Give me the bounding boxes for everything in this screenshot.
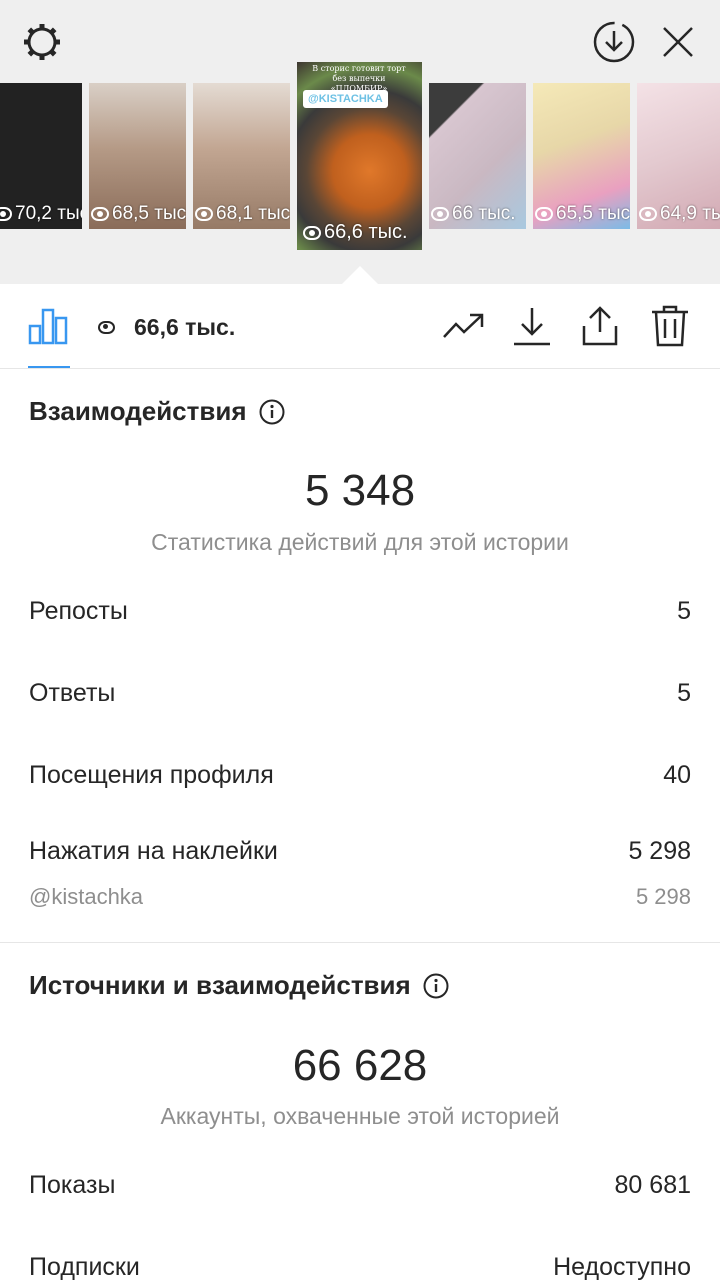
- metric-label: Подписки: [29, 1253, 140, 1281]
- metric-sub-row: @kistachka 5 298: [29, 884, 691, 910]
- share-icon[interactable]: [578, 304, 622, 348]
- story-thumbnail[interactable]: 66 тыс.: [429, 83, 526, 229]
- interactions-title: Взаимодействия: [29, 396, 285, 427]
- discovery-total: 66 628: [292, 1041, 428, 1090]
- toolbar-views: 66,6 тыс.: [98, 314, 235, 341]
- story-thumbnail[interactable]: 68,5 тыс.: [89, 83, 186, 229]
- thumbnail-views: 66 тыс.: [431, 203, 516, 225]
- metric-label: Посещения профиля: [29, 761, 274, 789]
- insights-toolbar: 66,6 тыс.: [0, 284, 720, 369]
- thumbnail-views: 65,5 тыс.: [535, 203, 630, 225]
- sticker-mention: @KISTACHKA: [303, 90, 388, 108]
- eye-icon: [431, 207, 449, 221]
- metric-label: Показы: [29, 1171, 116, 1199]
- eye-icon: [535, 207, 553, 221]
- download-icon[interactable]: [510, 304, 554, 348]
- trash-icon[interactable]: [648, 304, 692, 348]
- metric-row: Показы 80 681: [29, 1171, 691, 1200]
- discovery-caption: Аккаунты, охваченные этой историей: [160, 1103, 560, 1129]
- story-thumbnail[interactable]: 68,1 тыс.: [193, 83, 290, 229]
- thumbnail-views: 66,6 тыс.: [303, 221, 408, 244]
- story-thumbnail[interactable]: 70,2 тыс.: [0, 83, 82, 229]
- metric-row: Посещения профиля 40: [29, 761, 691, 790]
- bar-chart-icon[interactable]: [26, 304, 70, 348]
- eye-icon: [303, 225, 321, 240]
- story-thumbnail-selected[interactable]: В сторис готовит торт без выпечки «ПЛОМБ…: [297, 62, 422, 250]
- metric-label: Ответы: [29, 679, 116, 707]
- eye-icon: [195, 207, 213, 221]
- thumbnail-views: 68,5 тыс.: [91, 203, 186, 225]
- metric-row: Ответы 5: [29, 679, 691, 708]
- metric-row: Нажатия на наклейки 5 298: [29, 837, 691, 866]
- sticker-value: 5 298: [635, 884, 691, 909]
- info-icon[interactable]: [423, 973, 449, 999]
- eye-icon: [91, 207, 109, 221]
- gear-icon[interactable]: [20, 20, 64, 64]
- metric-value: 80 681: [614, 1171, 691, 1199]
- sticker-label: @kistachka: [29, 884, 144, 909]
- discovery-title: Источники и взаимодействия: [29, 970, 449, 1001]
- metric-value: 5: [677, 679, 691, 707]
- thumbnail-views: 70,2 тыс.: [0, 203, 82, 225]
- metric-label: Нажатия на наклейки: [29, 837, 278, 865]
- metric-value: 5: [677, 597, 691, 625]
- eye-icon: [98, 321, 115, 334]
- close-icon[interactable]: [656, 20, 700, 64]
- selected-pointer: [342, 266, 378, 284]
- metric-value: 40: [663, 761, 691, 789]
- active-tab-indicator: [28, 366, 70, 368]
- metric-label: Репосты: [29, 597, 128, 625]
- story-thumbnail[interactable]: 64,9 тыс.: [637, 83, 720, 229]
- thumbnail-views: 64,9 тыс.: [639, 203, 720, 225]
- metric-value: Недоступно: [553, 1253, 691, 1281]
- story-thumbnail[interactable]: 65,5 тыс.: [533, 83, 630, 229]
- eye-icon: [639, 207, 657, 221]
- metric-value: 5 298: [628, 837, 691, 865]
- thumbnail-views: 68,1 тыс.: [195, 203, 290, 225]
- trending-icon[interactable]: [441, 304, 485, 348]
- download-circle-icon[interactable]: [592, 20, 636, 64]
- metric-row: Репосты 5: [29, 597, 691, 626]
- metric-row: Подписки Недоступно: [29, 1253, 691, 1282]
- section-divider: [0, 942, 720, 943]
- interactions-caption: Статистика действий для этой истории: [151, 529, 569, 555]
- eye-icon: [0, 207, 12, 221]
- info-icon[interactable]: [259, 399, 285, 425]
- interactions-total: 5 348: [304, 466, 416, 515]
